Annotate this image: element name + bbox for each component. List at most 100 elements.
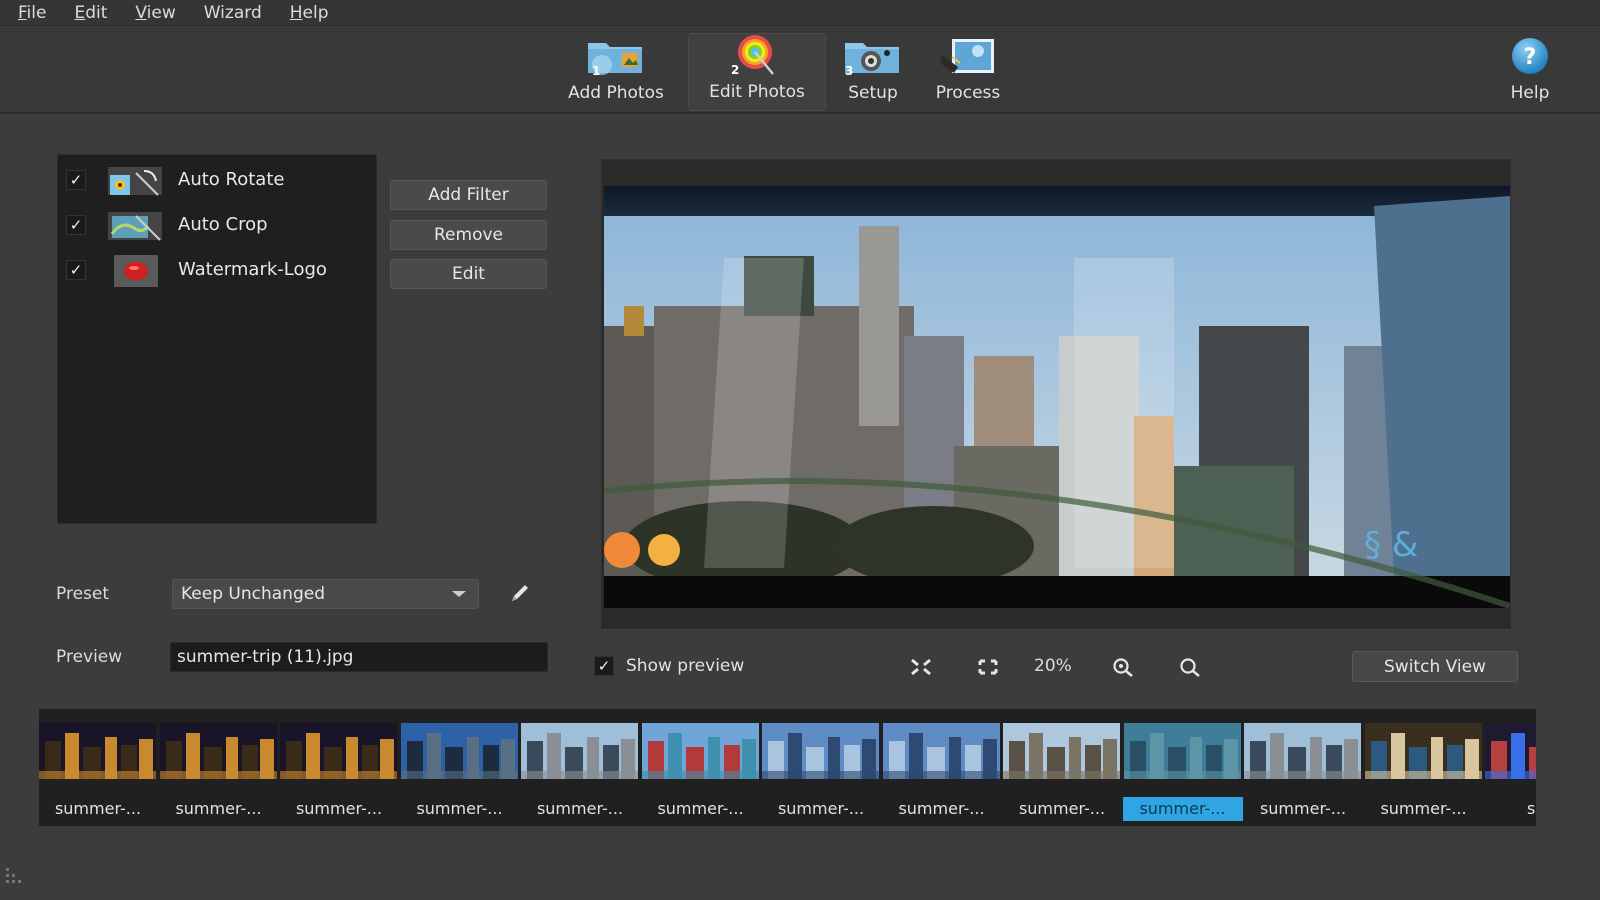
show-preview-checkbox[interactable]: ✓ — [594, 656, 614, 676]
filmstrip-thumbnail[interactable] — [39, 723, 156, 779]
step-add-photos-button[interactable]: 1 Add Photos — [556, 33, 676, 111]
filter-item-auto-rotate[interactable]: ✓ Auto Rotate — [58, 157, 376, 202]
menu-file[interactable]: File — [18, 3, 46, 23]
filmstrip-label[interactable]: summer-... — [159, 797, 279, 821]
preset-value: Keep Unchanged — [181, 584, 325, 604]
help-icon: ? — [1507, 35, 1553, 77]
preview-filename: summer-trip (11).jpg — [177, 647, 354, 667]
step-process-label: Process — [935, 83, 1001, 103]
folder-photos-icon: 1 — [586, 35, 646, 78]
step-add-photos-label: Add Photos — [568, 83, 664, 103]
menu-help[interactable]: Help — [290, 3, 329, 23]
filmstrip-thumbnail[interactable] — [1003, 723, 1120, 779]
menu-view-rest: iew — [146, 2, 176, 23]
preview-filename-field[interactable]: summer-trip (11).jpg — [170, 642, 548, 672]
edit-filter-button[interactable]: Edit — [390, 259, 547, 289]
preview-image: § & — [604, 186, 1510, 608]
menu-bar: File Edit View Wizard Help — [0, 0, 1600, 26]
menu-file-mnemonic: F — [18, 2, 27, 23]
watermark-logo-icon — [108, 253, 162, 287]
show-preview-toggle[interactable]: ✓ Show preview — [594, 648, 744, 684]
filter-item-auto-crop[interactable]: ✓ Auto Crop — [58, 202, 376, 247]
add-filter-button[interactable]: Add Filter — [390, 180, 547, 210]
svg-text:3: 3 — [845, 64, 853, 77]
fit-to-window-button[interactable] — [908, 655, 934, 679]
filmstrip-label[interactable]: summer-... — [39, 797, 158, 821]
filmstrip-label[interactable]: summer-... — [1122, 797, 1243, 821]
step-process-button[interactable]: Process — [928, 33, 1008, 111]
step-setup-button[interactable]: 3 Setup — [842, 33, 904, 111]
filmstrip-label[interactable]: sum — [1484, 797, 1536, 821]
filmstrip-label[interactable]: summer-... — [882, 797, 1002, 821]
wizard-toolbar: 1 Add Photos 2 Edit Photos 3 Setup Proce… — [0, 27, 1600, 114]
filmstrip-label[interactable]: summer-... — [520, 797, 640, 821]
help-button[interactable]: ? Help — [1500, 33, 1560, 111]
zoom-out-icon — [1180, 658, 1200, 677]
filmstrip-thumbnail[interactable] — [1244, 723, 1361, 779]
picture-process-icon — [938, 35, 998, 77]
menu-edit-mnemonic: E — [74, 2, 86, 23]
resize-grip-icon[interactable] — [4, 866, 26, 886]
pencil-icon — [512, 585, 528, 601]
filmstrip-thumbnail[interactable] — [1485, 723, 1536, 779]
filmstrip-thumbnail[interactable] — [280, 723, 397, 779]
zoom-out-button[interactable] — [1177, 655, 1203, 679]
menu-edit[interactable]: Edit — [74, 3, 107, 23]
menu-view[interactable]: View — [135, 3, 175, 23]
menu-help-rest: elp — [302, 2, 329, 23]
filmstrip-thumbnail[interactable] — [400, 723, 518, 779]
zoom-in-button[interactable] — [1110, 655, 1136, 679]
svg-text:§ &: § & — [1364, 525, 1418, 565]
filmstrip-label[interactable]: summer-... — [279, 797, 399, 821]
filmstrip-label[interactable]: summer-... — [761, 797, 881, 821]
svg-text:?: ? — [1524, 45, 1537, 70]
collapse-arrows-icon — [911, 658, 931, 676]
menu-wizard-label: Wizard — [203, 2, 262, 23]
step-setup-label: Setup — [848, 83, 898, 103]
color-wheel-wand-icon: 2 — [727, 34, 787, 77]
switch-view-button[interactable]: Switch View — [1352, 651, 1518, 682]
expand-arrows-icon — [978, 659, 998, 675]
filmstrip-thumbnail[interactable] — [159, 723, 277, 779]
preview-pane: § & — [601, 159, 1511, 629]
zoom-level: 20% — [1034, 656, 1072, 676]
filmstrip-thumbnail[interactable] — [882, 723, 1000, 779]
filmstrip-label[interactable]: summer-... — [1243, 797, 1363, 821]
filmstrip-label[interactable]: summer-... — [641, 797, 761, 821]
help-label: Help — [1510, 83, 1550, 103]
filter-list: ✓ Auto Rotate ✓ Auto Crop ✓ Watermark-Lo… — [57, 154, 377, 524]
filmstrip-label[interactable]: summer-... — [1364, 797, 1484, 821]
filter-checkbox[interactable]: ✓ — [66, 169, 86, 190]
menu-help-mnemonic: H — [289, 2, 303, 23]
filter-checkbox[interactable]: ✓ — [66, 214, 86, 235]
filmstrip-thumbnail[interactable] — [521, 723, 638, 779]
camera-gear-icon: 3 — [843, 35, 903, 78]
filter-label: Auto Crop — [178, 214, 268, 235]
filter-checkbox[interactable]: ✓ — [66, 259, 86, 280]
edit-preset-button[interactable] — [508, 583, 532, 605]
zoom-in-icon — [1113, 658, 1133, 677]
filmstrip-label[interactable]: summer-... — [1002, 797, 1122, 821]
auto-rotate-icon — [108, 163, 162, 197]
filmstrip-thumbnail[interactable] — [1123, 723, 1241, 779]
menu-file-rest: ile — [26, 2, 47, 23]
filter-item-watermark-logo[interactable]: ✓ Watermark-Logo — [58, 247, 376, 292]
preset-dropdown[interactable]: Keep Unchanged — [172, 579, 479, 609]
show-preview-label: Show preview — [626, 656, 745, 676]
auto-crop-icon — [108, 208, 162, 242]
svg-text:1: 1 — [592, 64, 600, 77]
remove-filter-button[interactable]: Remove — [390, 220, 547, 250]
filmstrip: summer-... summer-... summer-... summer-...… — [39, 709, 1536, 826]
filmstrip-thumbnail[interactable] — [1364, 723, 1482, 779]
menu-edit-rest: dit — [85, 2, 108, 23]
preset-label: Preset — [56, 584, 110, 604]
city-skyline-photo: § & — [604, 186, 1510, 608]
filmstrip-thumbnail[interactable] — [641, 723, 759, 779]
step-edit-photos-label: Edit Photos — [709, 82, 805, 102]
filter-label: Auto Rotate — [178, 169, 285, 190]
menu-wizard[interactable]: Wizard — [204, 3, 262, 23]
full-size-button[interactable] — [975, 655, 1001, 679]
step-edit-photos-button[interactable]: 2 Edit Photos — [688, 33, 826, 111]
filmstrip-label[interactable]: summer-... — [400, 797, 520, 821]
filmstrip-thumbnail[interactable] — [762, 723, 879, 779]
